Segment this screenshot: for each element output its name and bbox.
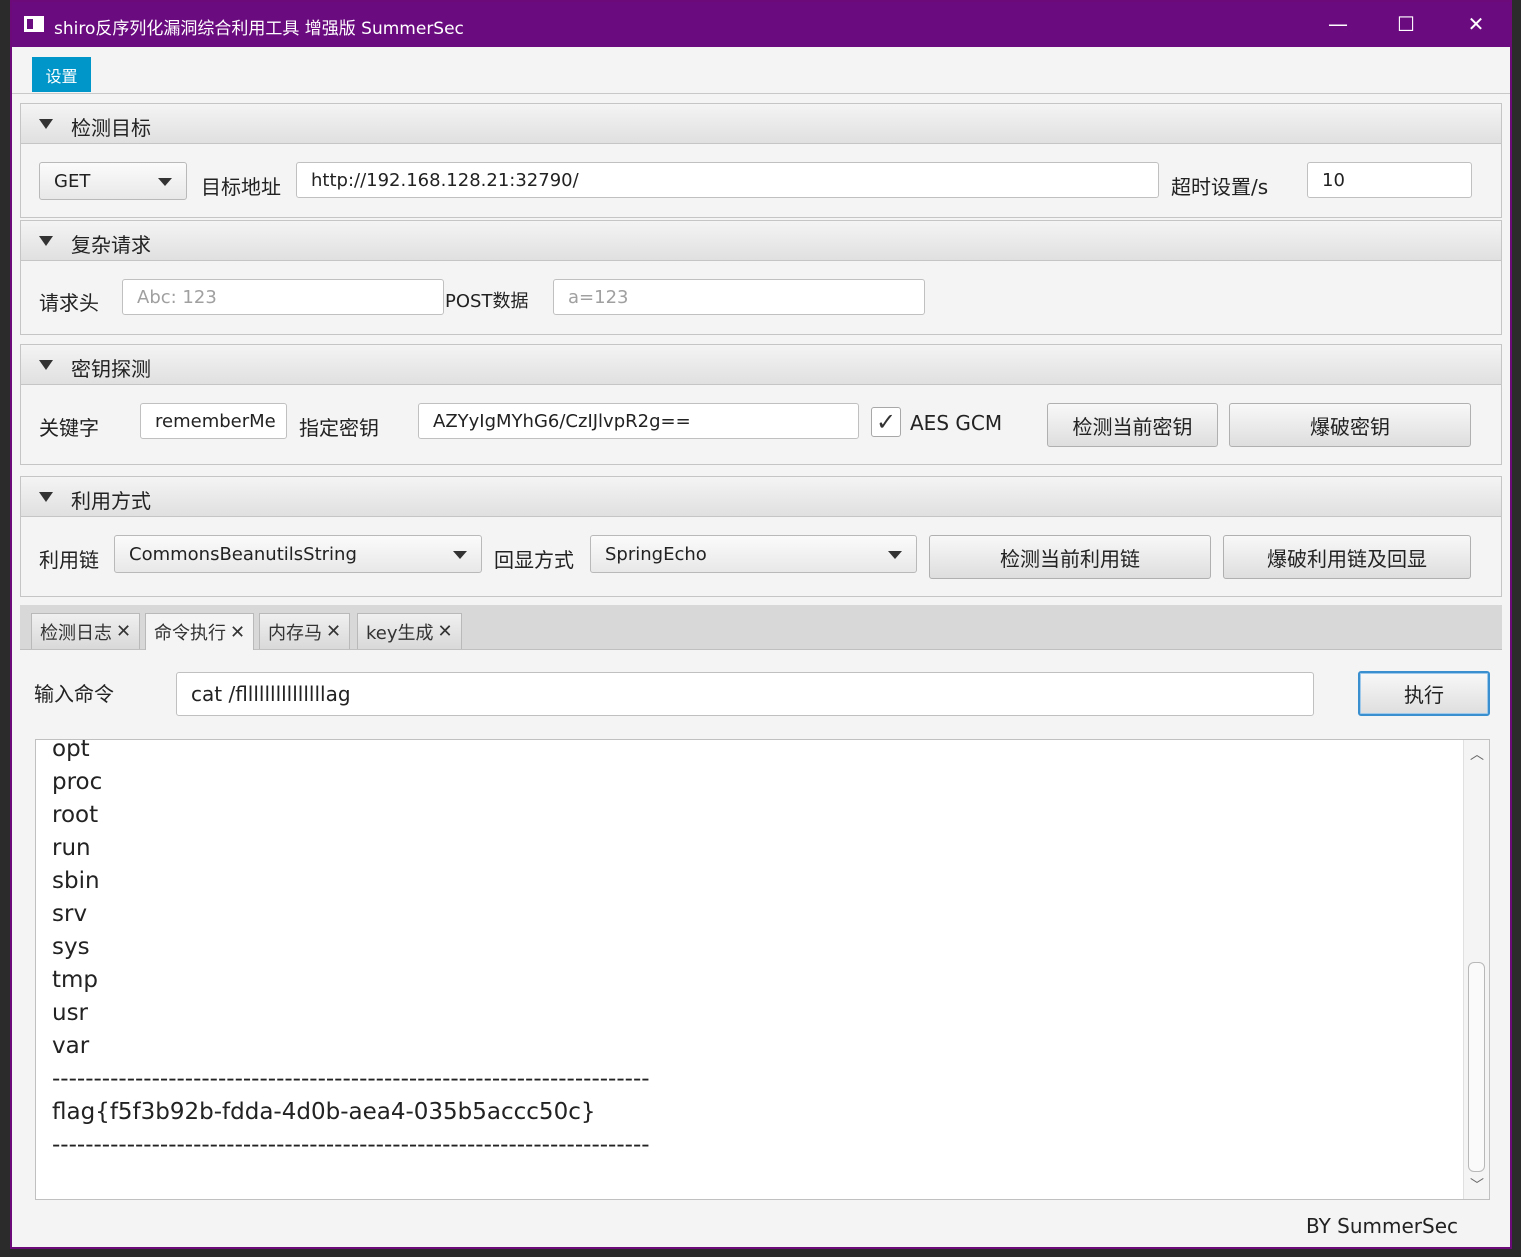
echo-value: SpringEcho	[605, 543, 707, 565]
tab-strip: 检测日志 ✕ 命令执行 ✕ 内存马 ✕ key生成 ✕	[20, 605, 1502, 650]
close-icon[interactable]: ✕	[438, 621, 453, 642]
target-section-header[interactable]: 检测目标	[20, 103, 1502, 144]
complex-section-title: 复杂请求	[71, 233, 151, 257]
vertical-scrollbar[interactable]: ︿ ﹀	[1463, 740, 1489, 1199]
chain-combo[interactable]: CommonsBeanutilsString	[114, 535, 482, 573]
aes-gcm-label: AES GCM	[910, 411, 1003, 435]
detect-chain-button[interactable]: 检测当前利用链	[929, 535, 1211, 579]
collapse-arrow-icon	[39, 360, 53, 370]
echo-label: 回显方式	[494, 548, 574, 572]
keyword-label: 关键字	[39, 416, 99, 440]
maximize-button[interactable]: ☐	[1376, 6, 1436, 42]
settings-menu[interactable]: 设置	[32, 57, 91, 92]
window-title: shiro反序列化漏洞综合利用工具 增强版 SummerSec	[54, 19, 464, 39]
method-combo[interactable]: GET	[39, 162, 187, 200]
exploit-section-title: 利用方式	[71, 489, 151, 513]
close-button[interactable]: ✕	[1446, 6, 1506, 42]
complex-section-header[interactable]: 复杂请求	[20, 220, 1502, 261]
collapse-arrow-icon	[39, 492, 53, 502]
scroll-down-icon[interactable]: ﹀	[1464, 1175, 1489, 1195]
timeout-input[interactable]: 10	[1307, 162, 1472, 198]
headers-placeholder: Abc: 123	[137, 286, 217, 308]
execute-button[interactable]: 执行	[1358, 671, 1490, 716]
scroll-up-icon[interactable]: ︿	[1464, 744, 1489, 764]
minimize-button[interactable]: —	[1308, 6, 1368, 42]
post-label: POST数据	[445, 291, 529, 312]
tab-memshell[interactable]: 内存马 ✕	[259, 613, 351, 649]
target-section-title: 检测目标	[71, 116, 151, 140]
menu-bar: 设置	[12, 47, 1510, 94]
close-icon[interactable]: ✕	[116, 621, 131, 642]
aes-gcm-checkbox[interactable]: ✓	[871, 407, 901, 437]
collapse-arrow-icon	[39, 119, 53, 129]
collapse-arrow-icon	[39, 236, 53, 246]
app-window: shiro反序列化漏洞综合利用工具 增强版 SummerSec — ☐ ✕ 设置…	[10, 0, 1512, 1249]
post-placeholder: a=123	[568, 286, 629, 308]
post-data-input[interactable]: a=123	[553, 279, 925, 315]
command-input[interactable]: cat /flllllllllllllllag	[176, 672, 1314, 716]
chevron-down-icon	[453, 551, 467, 559]
footer-credit: BY SummerSec	[1305, 1214, 1458, 1238]
headers-input[interactable]: Abc: 123	[122, 279, 444, 315]
url-input[interactable]: http://192.168.128.21:32790/	[296, 162, 1159, 198]
url-label: 目标地址	[201, 175, 281, 199]
method-value: GET	[54, 170, 91, 192]
complex-section-body: 请求头 Abc: 123 POST数据 a=123	[20, 261, 1502, 335]
command-label: 输入命令	[34, 682, 114, 706]
title-bar[interactable]: shiro反序列化漏洞综合利用工具 增强版 SummerSec — ☐ ✕	[12, 2, 1510, 47]
brute-chain-button[interactable]: 爆破利用链及回显	[1223, 535, 1471, 579]
chevron-down-icon	[158, 178, 172, 186]
brute-key-button[interactable]: 爆破密钥	[1229, 403, 1471, 447]
tab-key-gen[interactable]: key生成 ✕	[357, 613, 462, 649]
exploit-section-header[interactable]: 利用方式	[20, 476, 1502, 517]
scroll-thumb[interactable]	[1468, 962, 1485, 1172]
headers-label: 请求头	[39, 291, 99, 315]
tab-label: 检测日志	[40, 622, 112, 644]
app-icon	[24, 16, 44, 32]
output-console[interactable]: opt proc root run sbin srv sys tmp usr v…	[35, 739, 1490, 1200]
key-section-header[interactable]: 密钥探测	[20, 344, 1502, 385]
tab-label: 命令执行	[154, 623, 226, 644]
close-icon[interactable]: ✕	[326, 621, 341, 642]
keyword-input[interactable]: rememberMe	[140, 403, 287, 439]
key-input[interactable]: AZYyIgMYhG6/CzIJlvpR2g==	[418, 403, 859, 439]
exploit-section-body: 利用链 CommonsBeanutilsString 回显方式 SpringEc…	[20, 517, 1502, 597]
detect-key-button[interactable]: 检测当前密钥	[1047, 403, 1218, 447]
chain-label: 利用链	[39, 548, 99, 572]
tab-detect-log[interactable]: 检测日志 ✕	[31, 613, 141, 649]
checkmark-icon: ✓	[875, 408, 897, 436]
tab-label: key生成	[366, 622, 434, 644]
chevron-down-icon	[888, 551, 902, 559]
tab-label: 内存马	[268, 622, 322, 644]
key-label: 指定密钥	[299, 416, 379, 440]
tab-command-exec[interactable]: 命令执行 ✕	[145, 613, 255, 650]
echo-combo[interactable]: SpringEcho	[590, 535, 917, 573]
close-icon[interactable]: ✕	[230, 622, 245, 643]
key-section-body: 关键字 rememberMe 指定密钥 AZYyIgMYhG6/CzIJlvpR…	[20, 385, 1502, 465]
key-section-title: 密钥探测	[71, 357, 151, 381]
timeout-label: 超时设置/s	[1171, 175, 1269, 199]
target-section-body: GET 目标地址 http://192.168.128.21:32790/ 超时…	[20, 144, 1502, 218]
output-text: opt proc root run sbin srv sys tmp usr v…	[52, 739, 650, 1158]
chain-value: CommonsBeanutilsString	[129, 543, 357, 565]
